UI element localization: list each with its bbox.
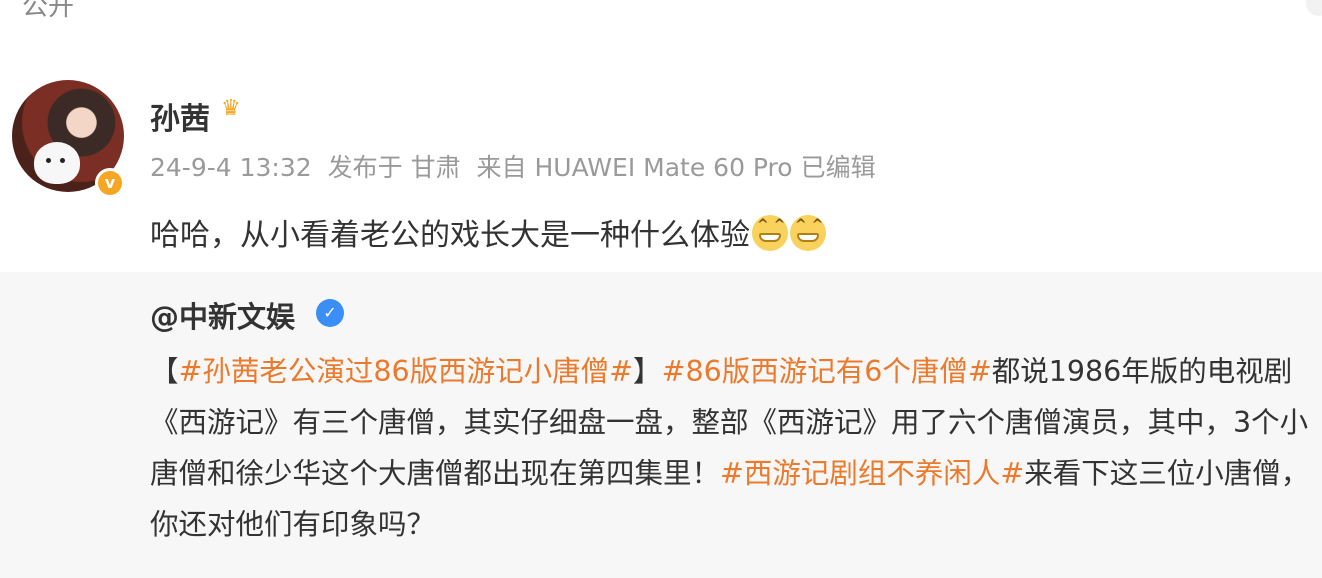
repost-text-segment: 】 xyxy=(633,355,662,388)
grin-emoji-icon xyxy=(790,215,826,251)
visibility-label: 公开 xyxy=(22,0,75,22)
verified-icon: ✓ xyxy=(316,299,344,327)
post-meta: 24-9-4 13:32 发布于 甘肃 来自 HUAWEI Mate 60 Pr… xyxy=(150,148,884,184)
location: 发布于 甘肃 xyxy=(327,153,461,182)
repost-text-segment: 【 xyxy=(150,355,179,388)
weibo-post: v 孙茜 ♛ 24-9-4 13:32 发布于 甘肃 来自 HUAWEI Mat… xyxy=(0,70,1322,270)
crown-icon: ♛ xyxy=(221,96,241,121)
post-text-body: 哈哈，从小看着老公的戏长大是一种什么体验 xyxy=(150,218,750,253)
hashtag-link[interactable]: #西游记剧组不养闲人# xyxy=(720,457,1024,490)
post-text: 哈哈，从小看着老公的戏长大是一种什么体验 xyxy=(150,210,826,254)
repost-text: 【#孙茜老公演过86版西游记小唐僧#】#86版西游记有6个唐僧#都说1986年版… xyxy=(150,346,1315,550)
corner-button[interactable] xyxy=(1306,0,1322,16)
username[interactable]: 孙茜 xyxy=(150,94,210,138)
timestamp[interactable]: 24-9-4 13:32 xyxy=(150,153,312,182)
grin-emoji-icon xyxy=(752,215,788,251)
top-bar: 公开 xyxy=(0,0,1322,40)
hashtag-link[interactable]: #孙茜老公演过86版西游记小唐僧# xyxy=(179,355,634,388)
device: 来自 HUAWEI Mate 60 Pro xyxy=(476,153,793,182)
repost-card[interactable]: @中新文娱 ✓ 【#孙茜老公演过86版西游记小唐僧#】#86版西游记有6个唐僧#… xyxy=(0,272,1322,578)
vip-badge-icon: v xyxy=(95,168,125,198)
hashtag-link[interactable]: #86版西游记有6个唐僧# xyxy=(662,355,992,388)
dog-figure xyxy=(34,142,80,184)
edited-label[interactable]: 已编辑 xyxy=(801,153,876,182)
repost-author[interactable]: @中新文娱 xyxy=(150,294,295,336)
